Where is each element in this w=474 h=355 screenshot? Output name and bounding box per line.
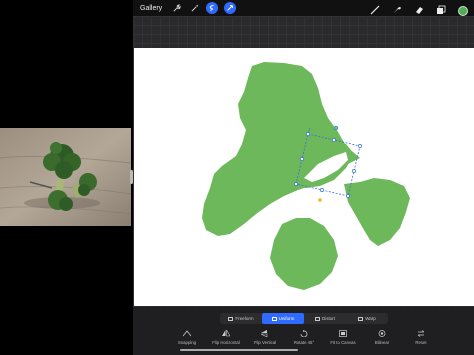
layers-icon[interactable]: [436, 2, 446, 20]
rotate-icon: [300, 330, 308, 337]
freeform-icon: [228, 316, 234, 321]
flip-horizontal-icon: [222, 330, 230, 337]
top-toolbar: Gallery: [133, 0, 474, 16]
magic-wand-icon[interactable]: [188, 2, 200, 14]
canvas[interactable]: [134, 48, 474, 306]
snapping-icon: [183, 330, 191, 337]
wrench-icon[interactable]: [170, 2, 182, 14]
home-indicator: [180, 349, 298, 351]
fit-to-canvas-button[interactable]: Fit to Canvas: [325, 330, 361, 352]
warp-icon: [358, 316, 364, 321]
bilinear-icon: [378, 330, 386, 337]
bilinear-button[interactable]: Bilinear: [364, 330, 400, 352]
mode-warp[interactable]: Warp: [346, 313, 388, 324]
action-label: Bilinear: [374, 340, 390, 345]
action-label: Rotate 45°: [293, 340, 315, 345]
selection-icon[interactable]: [206, 2, 218, 14]
mode-label: Freeform: [235, 316, 254, 321]
transform-arrow-icon[interactable]: [224, 2, 236, 14]
action-label: Flip Horizontal: [212, 340, 240, 345]
smudge-icon[interactable]: [392, 2, 402, 20]
reset-button[interactable]: Reset: [403, 330, 439, 352]
artwork: [202, 62, 410, 290]
reset-icon: [417, 330, 425, 337]
tool-group: [370, 2, 468, 20]
broccoli-reference-photo: [0, 128, 131, 226]
reference-pane: [0, 0, 132, 355]
action-label: Flip Vertical: [253, 340, 277, 345]
brush-icon[interactable]: [370, 2, 380, 20]
fit-to-canvas-icon: [339, 330, 347, 337]
mode-freeform[interactable]: Freeform: [220, 313, 262, 324]
mode-distort[interactable]: Distort: [304, 313, 346, 324]
mode-uniform[interactable]: Uniform: [262, 313, 304, 324]
gallery-button[interactable]: Gallery: [140, 5, 164, 12]
transform-mode-selector: Freeform Uniform Distort Warp: [220, 313, 388, 324]
transform-toolbar: Freeform Uniform Distort Warp Snapping F…: [133, 307, 474, 355]
action-label: Fit to Canvas: [330, 340, 356, 345]
uniform-icon: [271, 316, 277, 321]
distort-icon: [314, 316, 320, 321]
color-swatch[interactable]: [458, 6, 468, 16]
mode-label: Warp: [365, 316, 376, 321]
mode-label: Distort: [321, 316, 335, 321]
mode-label: Uniform: [278, 316, 295, 321]
broccoli-silhouette: [202, 62, 410, 290]
flip-vertical-icon: [261, 330, 269, 337]
eraser-icon[interactable]: [414, 2, 424, 20]
action-label: Snapping: [177, 340, 197, 345]
action-label: Reset: [415, 340, 427, 345]
procreate-app: Gallery Freeform Uniform Distort Warp Sn…: [133, 0, 474, 355]
